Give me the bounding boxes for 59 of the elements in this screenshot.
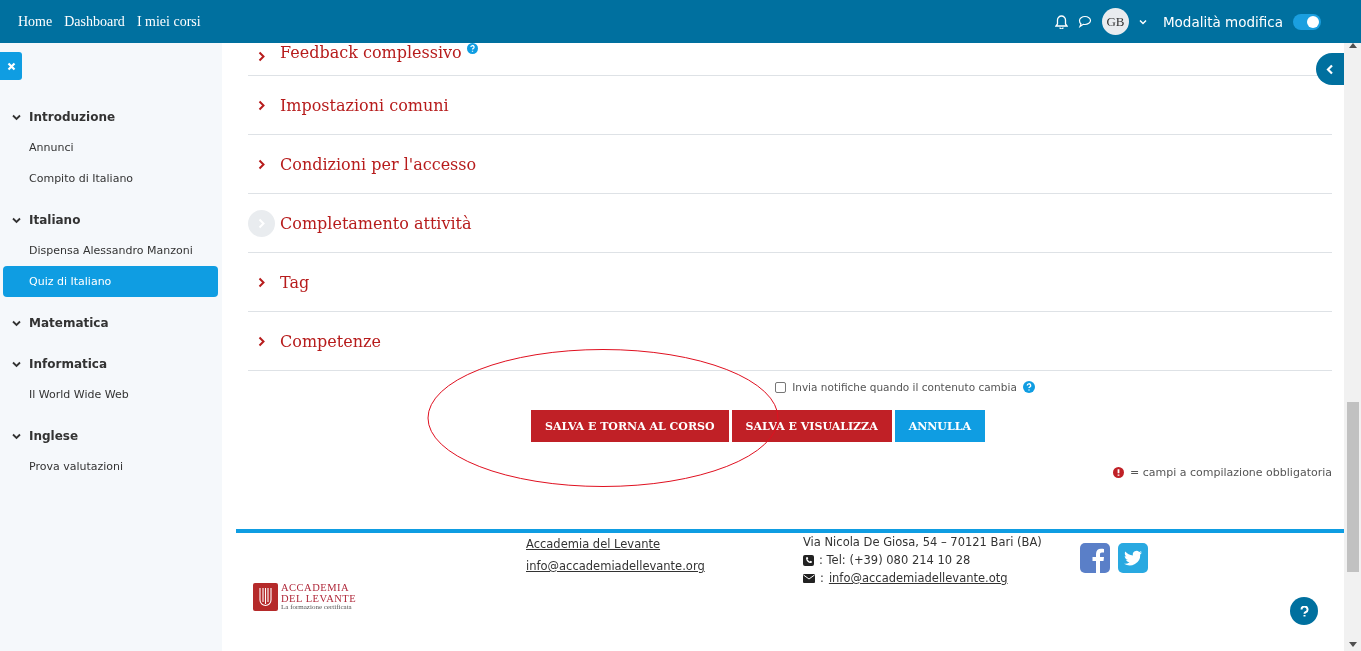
facebook-icon[interactable] — [1080, 543, 1110, 573]
logo-text: ACCADEMIA — [281, 583, 351, 594]
sidebar-item[interactable]: Prova valutazioni — [3, 451, 218, 482]
logo-emblem-icon — [253, 583, 278, 611]
help-button[interactable] — [1290, 597, 1318, 625]
nav-link[interactable]: Dashboard — [64, 13, 125, 30]
help-icon[interactable] — [1022, 381, 1035, 393]
chat-bubble-icon[interactable] — [1077, 15, 1092, 28]
phone-icon — [803, 554, 814, 566]
chevron-icon[interactable] — [12, 318, 21, 328]
sidebar-item[interactable]: Compito di Italiano — [3, 163, 218, 194]
section-header[interactable]: Completamento attività — [280, 213, 472, 233]
chevron-icon[interactable] — [12, 112, 21, 122]
form-button[interactable]: SALVA E VISUALIZZA — [731, 410, 892, 442]
logo-text: DEL LEVANTE — [281, 593, 357, 604]
help-icon[interactable] — [466, 43, 478, 54]
edit-mode-toggle[interactable] — [1293, 13, 1321, 30]
email-link[interactable]: info@accademiadellevante.otg — [828, 571, 1008, 585]
section-header[interactable]: Competenze — [280, 331, 381, 351]
edit-mode-label: Modalità modifica — [1162, 13, 1283, 30]
bell-icon[interactable] — [1054, 14, 1068, 29]
section-header[interactable]: Tag — [280, 272, 310, 292]
address-text: Via Nicola De Giosa, 54 – 70121 Bari (BA) — [803, 535, 1043, 549]
checkbox[interactable] — [775, 381, 787, 393]
chevron-icon[interactable] — [12, 359, 21, 369]
section-header[interactable]: Condizioni per l'accesso — [280, 154, 477, 174]
footer-link[interactable]: Accademia del Levante — [526, 537, 661, 551]
scroll-down-icon[interactable] — [1348, 642, 1357, 647]
envelope-icon — [803, 573, 815, 583]
chevron-icon[interactable] — [12, 215, 21, 225]
scrollbar-thumb[interactable] — [1346, 402, 1359, 572]
phone-text: : Tel: (+39) 080 214 10 28 — [819, 553, 971, 567]
section-header[interactable]: Feedback complessivo — [280, 43, 462, 62]
nav-link[interactable]: Home — [18, 13, 53, 30]
section-title[interactable]: Informatica — [29, 357, 108, 371]
email-prefix: : — [820, 571, 824, 585]
twitter-icon[interactable] — [1118, 543, 1148, 573]
sidebar-item[interactable]: Annunci — [3, 132, 218, 163]
footer-link[interactable]: info@accademiadellevante.org — [526, 559, 705, 573]
chevron-left-icon[interactable] — [1326, 63, 1334, 75]
sidebar-item[interactable]: Il World Wide Web — [3, 379, 218, 410]
close-drawer-button[interactable] — [0, 52, 22, 80]
form-button[interactable]: SALVA E TORNA AL CORSO — [531, 410, 729, 442]
section-title[interactable]: Introduzione — [29, 110, 116, 124]
nav-link[interactable]: I miei corsi — [136, 13, 201, 30]
section-header[interactable]: Impostazioni comuni — [280, 95, 449, 115]
caret-icon[interactable] — [1138, 18, 1147, 25]
user-avatar[interactable]: GB — [1101, 8, 1129, 35]
checkbox-label: Invia notifiche quando il contenuto cambia — [792, 381, 1017, 393]
section-title[interactable]: Inglese — [29, 429, 79, 443]
required-note: = campi a compilazione obbligatoria — [1130, 466, 1332, 479]
question-mark-icon[interactable] — [1299, 605, 1309, 617]
section-title[interactable]: Italiano — [29, 213, 81, 227]
sidebar-item[interactable]: Dispensa Alessandro Manzoni — [3, 235, 218, 266]
required-icon — [1113, 467, 1124, 478]
chevron-icon[interactable] — [12, 431, 21, 441]
close-icon[interactable] — [6, 61, 16, 71]
section-title[interactable]: Matematica — [29, 316, 109, 330]
drawer-toggle-button[interactable] — [1316, 53, 1344, 85]
